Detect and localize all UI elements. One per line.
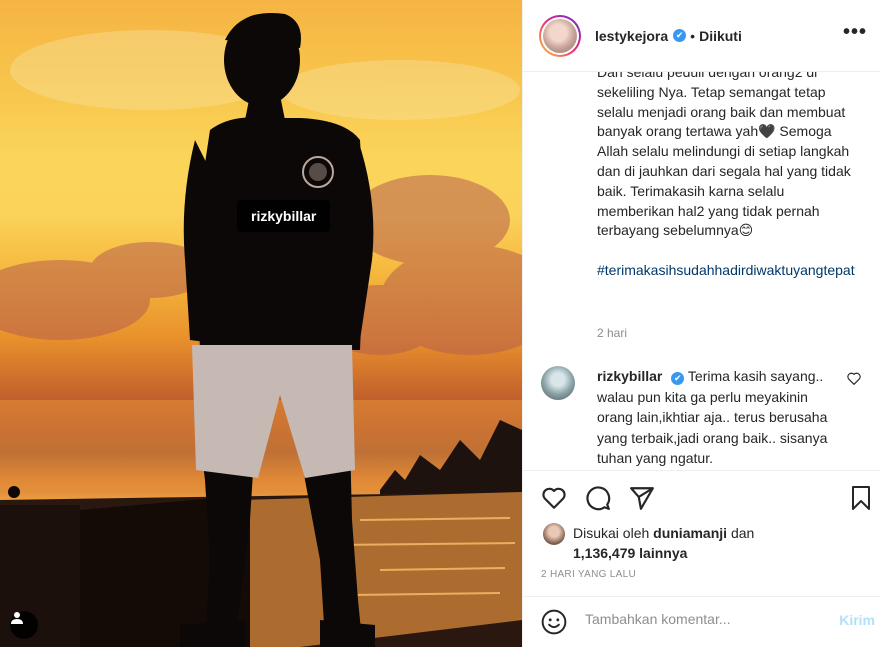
author-avatar[interactable]: [539, 14, 581, 57]
liker-username[interactable]: duniamanji: [653, 525, 727, 541]
verified-badge-icon: ✔: [673, 29, 687, 42]
user-tag-button[interactable]: [10, 611, 38, 639]
caption-time[interactable]: 2 hari: [597, 326, 627, 340]
photo-user-tag[interactable]: rizkybillar: [237, 200, 331, 232]
likes-prefix: Disukai oleh: [573, 525, 650, 541]
emoji-icon[interactable]: [541, 609, 567, 635]
heart-outline-icon[interactable]: [847, 372, 861, 385]
header-separator: •: [690, 27, 696, 44]
post-caption: Dan selalu peduli dengan orang2 di sekel…: [597, 72, 865, 281]
post-header: lestykejora ✔ • Diikuti •••: [523, 0, 880, 72]
caption-text: Dan selalu peduli dengan orang2 di sekel…: [597, 72, 855, 239]
commenter-username[interactable]: rizkybillar: [597, 368, 662, 384]
commenter-avatar[interactable]: [541, 366, 575, 400]
post-photo[interactable]: rizkybillar: [0, 0, 522, 647]
post-side-panel: lestykejora ✔ • Diikuti ••• Dan selalu p…: [522, 0, 880, 647]
author-username[interactable]: lestykejora: [595, 28, 668, 44]
more-options-icon[interactable]: •••: [843, 22, 867, 42]
verified-badge-icon: ✔: [671, 371, 685, 385]
heart-icon[interactable]: [541, 485, 567, 511]
post-comment-button[interactable]: Kirim: [839, 612, 875, 628]
bookmark-icon[interactable]: [849, 485, 873, 511]
comment-icon[interactable]: [585, 485, 611, 511]
comment-input[interactable]: [585, 611, 815, 627]
user-tag-icon: [11, 612, 23, 624]
caption-hashtag[interactable]: #terimakasihsudahhadirdiwaktuyangtepat: [597, 262, 855, 278]
likes-count[interactable]: 1,136,479 lainnya: [573, 545, 687, 561]
add-comment-box: Kirim: [523, 596, 880, 647]
sunset-scene: [0, 13, 522, 647]
post-date[interactable]: 2 HARI YANG LALU: [541, 569, 636, 580]
comment-body: rizkybillar ✔ Terima kasih sayang.. wala…: [597, 366, 837, 469]
following-button[interactable]: Diikuti: [699, 28, 742, 44]
comments-list[interactable]: Dan selalu peduli dengan orang2 di sekel…: [523, 72, 880, 470]
share-icon[interactable]: [629, 485, 655, 511]
liker-avatar[interactable]: [543, 523, 565, 545]
likes-conj: dan: [730, 525, 755, 541]
